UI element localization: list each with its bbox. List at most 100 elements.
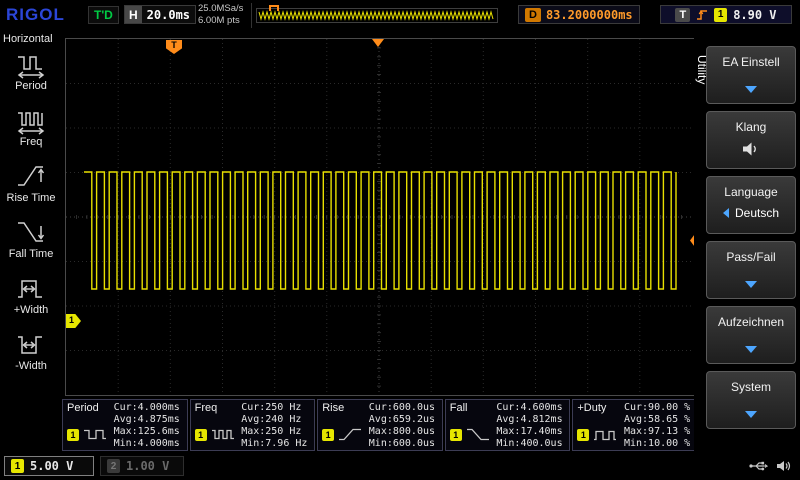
sample-rate-box: 25.0MSa/s 6.00M pts [198,3,252,28]
delay-box[interactable]: D 83.2000000ms [518,5,640,24]
trigger-source-badge: 1 [714,8,727,22]
sidebar-item-fall-time[interactable]: Fall Time [0,217,62,260]
channel-badge: 1 [450,429,462,441]
center-reference-marker [372,39,384,47]
freq-meas-icon [210,426,236,443]
measurement-avg: Avg:4.875ms [114,414,184,426]
graticule [66,39,692,395]
measurement-min: Min:7.96 Hz [241,438,311,450]
oscilloscope-screen: RIGOL T'D H 20.0ms 25.0MSa/s 6.00M pts D… [0,0,800,480]
measurement-avg: Avg:240 Hz [241,414,311,426]
delay-value: 83.2000000ms [546,8,633,22]
sidebar-item-rise-time[interactable]: Rise Time [0,161,62,204]
trigger-box[interactable]: T 1 8.90 V [660,5,792,24]
preview-waveform [257,9,497,22]
measurement-values: Cur:250 Hz Avg:240 Hz Max:250 Hz Min:7.9… [241,402,311,450]
menu-button-label: Aufzeichnen [707,315,795,329]
sidebar-item-plus-width[interactable]: +Width [0,273,62,316]
menu-button-ea-einstell[interactable]: EA Einstell [706,46,796,104]
measurement-min: Min:4.000ms [114,438,184,450]
chevron-down-icon [745,281,757,288]
measurement-cur: Cur:600.0us [369,402,439,414]
measurement-max: Max:97.13 % [624,426,694,438]
timebase-value: 20.0ms [142,8,195,22]
fall-time-icon [15,217,47,247]
measurement-avg: Avg:4.812ms [496,414,566,426]
measurement-cur: Cur:4.000ms [114,402,184,414]
measurement-max: Max:125.6ms [114,426,184,438]
menu-button-aufzeichnen[interactable]: Aufzeichnen [706,306,796,364]
delay-label: D [525,8,541,22]
waveform-preview-strip[interactable] [256,8,498,23]
measurement-max: Max:250 Hz [241,426,311,438]
measurement-values: Cur:4.000ms Avg:4.875ms Max:125.6ms Min:… [114,402,184,450]
measurement-min: Min:400.0us [496,438,566,450]
measurement-bar: Period 1 Cur:4.000ms Avg:4.875ms Max:125… [62,399,698,451]
menu-button-klang[interactable]: Klang [706,111,796,169]
channel1-badge: 1 [11,459,24,473]
measurement-panel-freq[interactable]: Freq 1 Cur:250 Hz Avg:240 Hz Max:250 Hz … [190,399,316,451]
chevron-down-icon [745,86,757,93]
top-status-bar: RIGOL T'D H 20.0ms 25.0MSa/s 6.00M pts D… [0,0,800,30]
menu-button-label: EA Einstell [707,55,795,69]
horizontal-timebase-box[interactable]: H 20.0ms [124,5,196,24]
measure-sidebar: Horizontal Period Freq Rise Time [0,30,62,454]
sidebar-item-minus-width[interactable]: -Width [0,329,62,372]
minus-width-icon [15,329,47,359]
graticule-and-trace [66,39,692,395]
sidebar-item-label: Period [15,80,47,92]
trigger-status-badge: T'D [88,6,119,24]
menu-button-pass-fail[interactable]: Pass/Fail [706,241,796,299]
measurement-name: Fall [450,402,468,414]
memory-depth: 6.00M pts [198,15,243,27]
measurement-cur: Cur:90.00 % [624,402,694,414]
language-value: Deutsch [735,206,779,220]
trigger-label: T [675,8,690,22]
menu-button-label: Language [707,185,795,199]
channel2-status[interactable]: 2 1.00 V [100,456,184,476]
measurement-panel-period[interactable]: Period 1 Cur:4.000ms Avg:4.875ms Max:125… [62,399,188,451]
chevron-down-icon [745,411,757,418]
menu-button-label: Pass/Fail [707,250,795,264]
measurement-min: Min:600.0us [369,438,439,450]
plus-width-icon [15,273,47,303]
measurement-panel-fall[interactable]: Fall 1 Cur:4.600ms Avg:4.812ms Max:17.40… [445,399,571,451]
sidebar-item-label: +Width [14,304,49,316]
measurement-min: Min:10.00 % [624,438,694,450]
menu-button-label: Klang [707,120,795,134]
h-label: H [125,6,142,23]
ch1-waveform [84,172,676,289]
chevron-left-icon [723,208,729,218]
menu-button-system[interactable]: System [706,371,796,429]
measurement-name: Freq [195,402,218,414]
measurement-name: Period [67,402,99,414]
measurement-max: Max:17.40ms [496,426,566,438]
freq-icon [15,105,47,135]
rise-meas-icon [337,426,363,443]
sidebar-item-label: -Width [15,360,47,372]
rise-time-icon [15,161,47,191]
rigol-logo: RIGOL [6,5,65,25]
measurement-panel-duty[interactable]: +Duty 1 Cur:90.00 % Avg:58.65 % Max:97.1… [572,399,698,451]
sidebar-item-period[interactable]: Period [0,49,62,92]
channel-badge: 1 [322,429,334,441]
sidebar-item-freq[interactable]: Freq [0,105,62,148]
measurement-values: Cur:4.600ms Avg:4.812ms Max:17.40ms Min:… [496,402,566,450]
right-menu-panel: Utility EA Einstell Klang Language Deuts… [694,30,800,454]
menu-button-language[interactable]: Language Deutsch [706,176,796,234]
fall-meas-icon [465,426,491,443]
channel1-status[interactable]: 1 5.00 V [4,456,94,476]
measurement-panel-rise[interactable]: Rise 1 Cur:600.0us Avg:659.2us Max:800.0… [317,399,443,451]
chevron-down-icon [745,346,757,353]
measurement-name: +Duty [577,402,606,414]
sidebar-item-label: Freq [20,136,43,148]
scope-display [65,38,695,396]
channel-badge: 1 [577,429,589,441]
sidebar-item-label: Fall Time [9,248,54,260]
usb-icon [748,460,768,472]
measurement-name: Rise [322,402,344,414]
measurement-max: Max:800.0us [369,426,439,438]
measurement-cur: Cur:4.600ms [496,402,566,414]
channel-badge: 1 [195,429,207,441]
measurement-values: Cur:600.0us Avg:659.2us Max:800.0us Min:… [369,402,439,450]
